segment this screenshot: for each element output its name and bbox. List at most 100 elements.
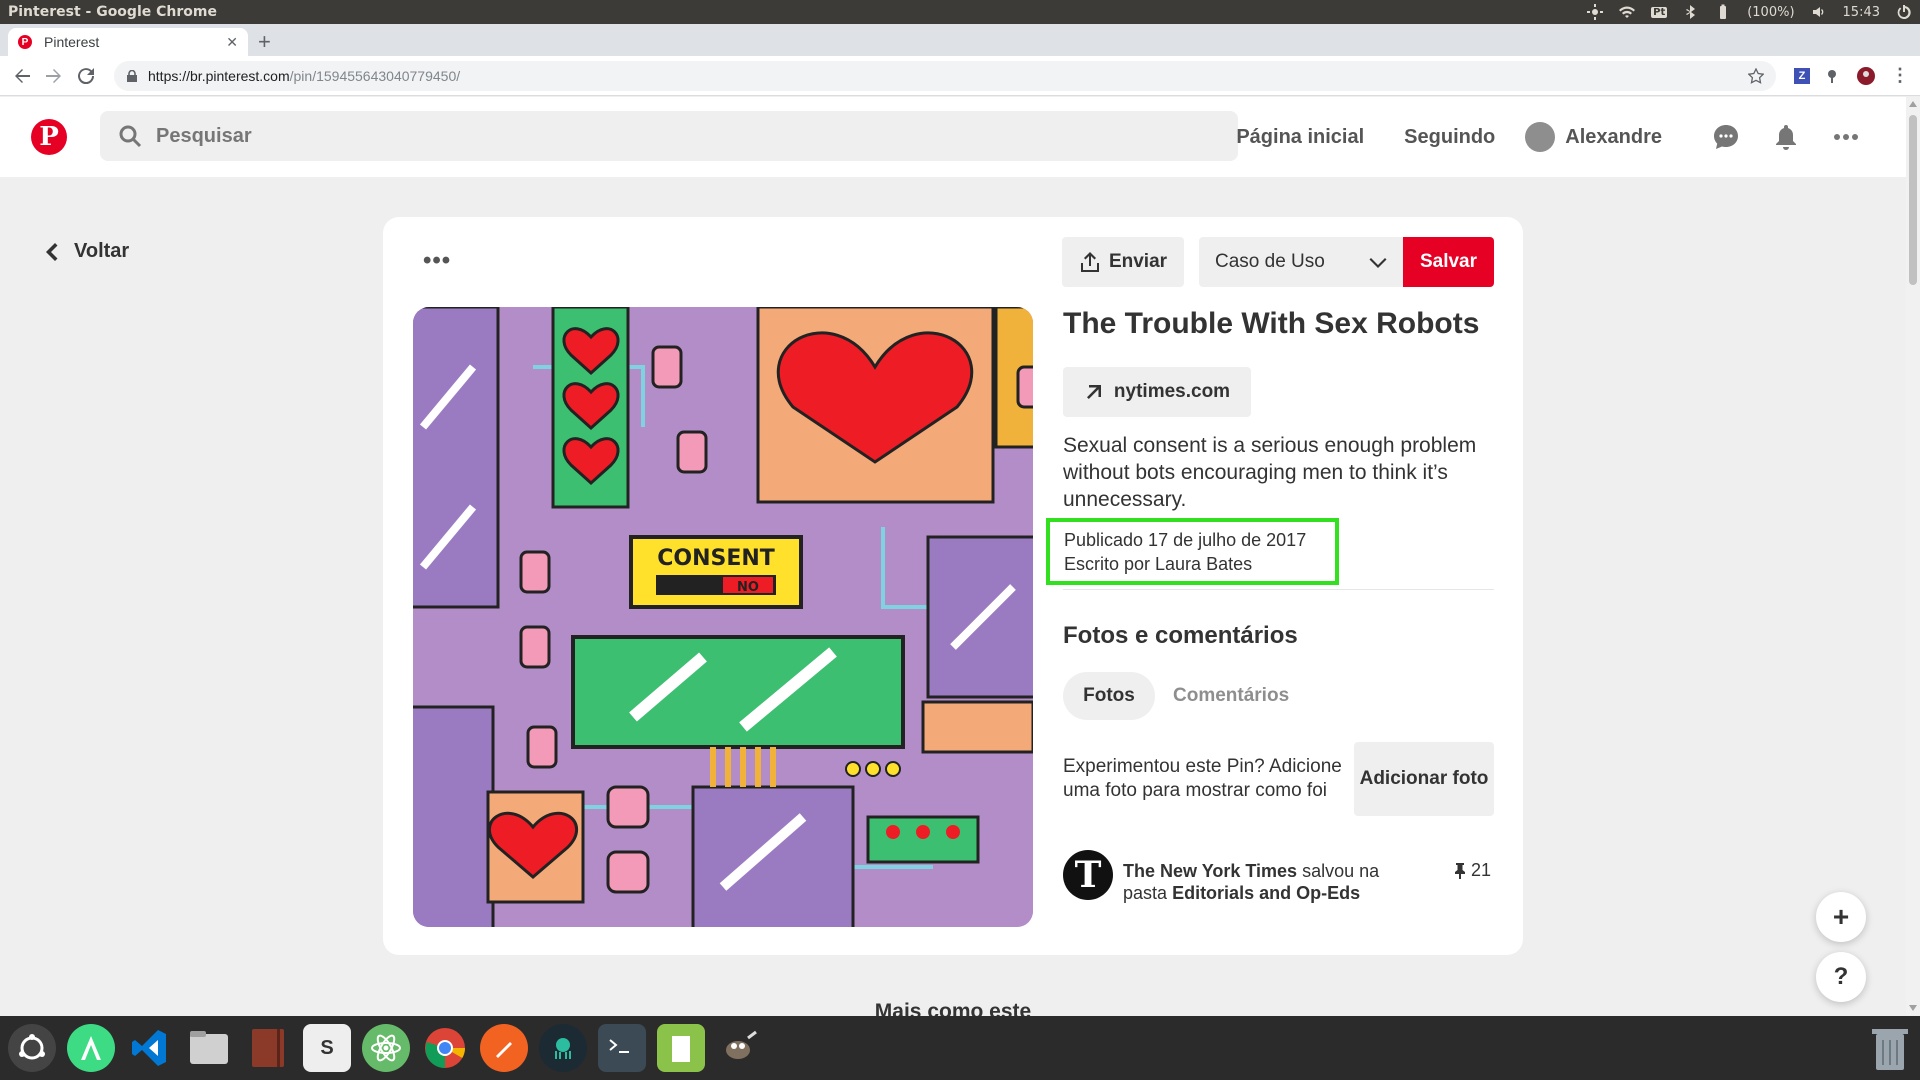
- forward-nav-button[interactable]: [40, 62, 68, 90]
- bookmark-star-icon[interactable]: [1748, 67, 1764, 84]
- ubuntu-dock: S: [0, 1016, 1920, 1080]
- user-avatar[interactable]: [1525, 122, 1556, 152]
- system-tray: Pt (100%) 15:43: [1587, 4, 1912, 20]
- battery-icon[interactable]: [1715, 4, 1731, 20]
- chat-bubble-icon: [1714, 125, 1738, 149]
- scroll-thumb[interactable]: [1909, 115, 1917, 285]
- tab-title: Pinterest: [44, 34, 100, 50]
- scroll-up-arrow[interactable]: [1909, 101, 1917, 107]
- create-pin-button[interactable]: +: [1816, 892, 1866, 942]
- arrow-up-right-icon: [1086, 385, 1101, 399]
- gitkraken-icon[interactable]: [539, 1024, 587, 1072]
- keyboard-layout[interactable]: Pt: [1651, 6, 1668, 18]
- reload-icon: [78, 67, 94, 84]
- extension-pin-icon[interactable]: [1820, 64, 1844, 88]
- url-host: https://br.pinterest.com: [148, 67, 290, 84]
- save-count: 21: [1453, 860, 1491, 881]
- close-tab-icon[interactable]: ✕: [226, 34, 238, 51]
- pin-image[interactable]: CONSENT NO: [413, 307, 1033, 927]
- source-label: nytimes.com: [1113, 381, 1231, 402]
- android-studio-icon[interactable]: [67, 1024, 115, 1072]
- terminal-icon[interactable]: [598, 1024, 646, 1072]
- source-link-button[interactable]: nytimes.com: [1063, 367, 1251, 417]
- arrow-left-icon: [15, 68, 30, 83]
- gimp-icon[interactable]: [716, 1024, 764, 1072]
- nav-following-link[interactable]: Seguindo: [1404, 126, 1495, 149]
- nyt-avatar[interactable]: T: [1063, 850, 1113, 900]
- tab-photos[interactable]: Fotos: [1063, 672, 1155, 720]
- send-button[interactable]: Enviar: [1062, 237, 1184, 287]
- scroll-down-arrow[interactable]: [1909, 1005, 1917, 1011]
- lock-icon[interactable]: [126, 69, 138, 82]
- files-icon[interactable]: [185, 1024, 233, 1072]
- reload-button[interactable]: [72, 62, 100, 90]
- search-bar[interactable]: Pesquisar: [100, 111, 1238, 161]
- add-photo-prompt: Experimentou este Pin? Adicione uma foto…: [1063, 756, 1342, 801]
- publication-info-highlight: Publicado 17 de julho de 2017 Escrito po…: [1046, 518, 1339, 585]
- address-bar[interactable]: https://br.pinterest.com/pin/15945564304…: [114, 60, 1776, 91]
- search-icon: [119, 125, 142, 148]
- saver-name-link[interactable]: The New York Times: [1123, 861, 1297, 881]
- arrow-right-icon: [46, 68, 61, 83]
- add-photo-button[interactable]: Adicionar foto: [1354, 742, 1494, 816]
- user-name-link[interactable]: Alexandre: [1565, 126, 1662, 149]
- extension-z-icon[interactable]: Z: [1794, 67, 1810, 84]
- chrome-icon[interactable]: [421, 1024, 469, 1072]
- header-nav: Página inicial Seguindo Alexandre: [1216, 97, 1876, 177]
- profile-avatar-icon[interactable]: [1854, 64, 1878, 88]
- save-button[interactable]: Salvar: [1403, 237, 1494, 287]
- pin-card: ••• CONSENT NO Enviar Caso de Uso Salvar…: [383, 217, 1523, 955]
- notifications-button[interactable]: [1756, 112, 1816, 162]
- chevron-down-icon: [1369, 258, 1387, 268]
- pinterest-logo[interactable]: P: [24, 112, 74, 162]
- url-path: /pin/159455643040779450/: [289, 67, 461, 84]
- messages-button[interactable]: [1696, 112, 1756, 162]
- volume-icon[interactable]: [1811, 4, 1827, 20]
- notes-app-icon[interactable]: [657, 1024, 705, 1072]
- settings-icon[interactable]: [1587, 4, 1604, 20]
- new-tab-button[interactable]: +: [258, 28, 271, 56]
- board-name: Caso de Uso: [1215, 251, 1325, 272]
- browser-tab[interactable]: P Pinterest ✕: [8, 28, 248, 56]
- pinterest-logo-icon: P: [31, 119, 67, 155]
- pinterest-header: P Pesquisar Página inicial Seguindo Alex…: [0, 97, 1906, 177]
- bell-icon: [1776, 125, 1796, 150]
- ubuntu-launcher-icon[interactable]: [8, 1024, 56, 1072]
- bluetooth-icon[interactable]: [1683, 4, 1699, 20]
- wifi-icon[interactable]: [1619, 4, 1636, 20]
- pin-title: The Trouble With Sex Robots: [1063, 307, 1480, 340]
- postman-icon[interactable]: [480, 1024, 528, 1072]
- board-dropdown[interactable]: Caso de Uso: [1199, 237, 1403, 287]
- clock[interactable]: 15:43: [1843, 5, 1880, 20]
- image-sign-consent: CONSENT: [657, 546, 775, 571]
- nav-home-link[interactable]: Página inicial: [1236, 126, 1364, 149]
- saved-by-text: The New York Times salvou na pasta Edito…: [1123, 860, 1403, 904]
- back-button[interactable]: Voltar: [40, 240, 129, 263]
- more-options-button[interactable]: [1816, 112, 1876, 162]
- book-icon[interactable]: [244, 1024, 292, 1072]
- photos-section-title: Fotos e comentários: [1063, 622, 1298, 649]
- tab-comments[interactable]: Comentários: [1173, 685, 1289, 707]
- search-placeholder: Pesquisar: [156, 124, 252, 147]
- page-scrollbar[interactable]: [1906, 97, 1920, 1015]
- save-count-value: 21: [1471, 860, 1492, 880]
- help-button[interactable]: ?: [1816, 952, 1866, 1002]
- back-nav-button[interactable]: [8, 62, 36, 90]
- pushpin-icon: [1455, 862, 1465, 879]
- power-icon[interactable]: [1896, 4, 1912, 20]
- sublime-text-icon[interactable]: S: [303, 1024, 351, 1072]
- trash-icon[interactable]: [1870, 1024, 1910, 1072]
- board-name-link[interactable]: Editorials and Op-Eds: [1172, 883, 1360, 903]
- atom-icon[interactable]: [362, 1024, 410, 1072]
- vscode-icon[interactable]: [126, 1024, 174, 1072]
- os-top-bar: Pinterest - Google Chrome Pt (100%) 15:4…: [0, 0, 1920, 24]
- chevron-left-icon: [46, 242, 58, 261]
- browser-menu-icon[interactable]: ⋮: [1888, 64, 1912, 88]
- pin-more-options-button[interactable]: •••: [423, 247, 451, 275]
- share-upload-icon: [1080, 252, 1099, 272]
- pin-illustration: CONSENT NO: [413, 307, 1033, 927]
- pinterest-favicon-icon: P: [18, 35, 32, 49]
- published-date: Publicado 17 de julho de 2017: [1064, 530, 1307, 550]
- window-title: Pinterest - Google Chrome: [8, 4, 217, 20]
- browser-toolbar: https://br.pinterest.com/pin/15945564304…: [0, 56, 1920, 96]
